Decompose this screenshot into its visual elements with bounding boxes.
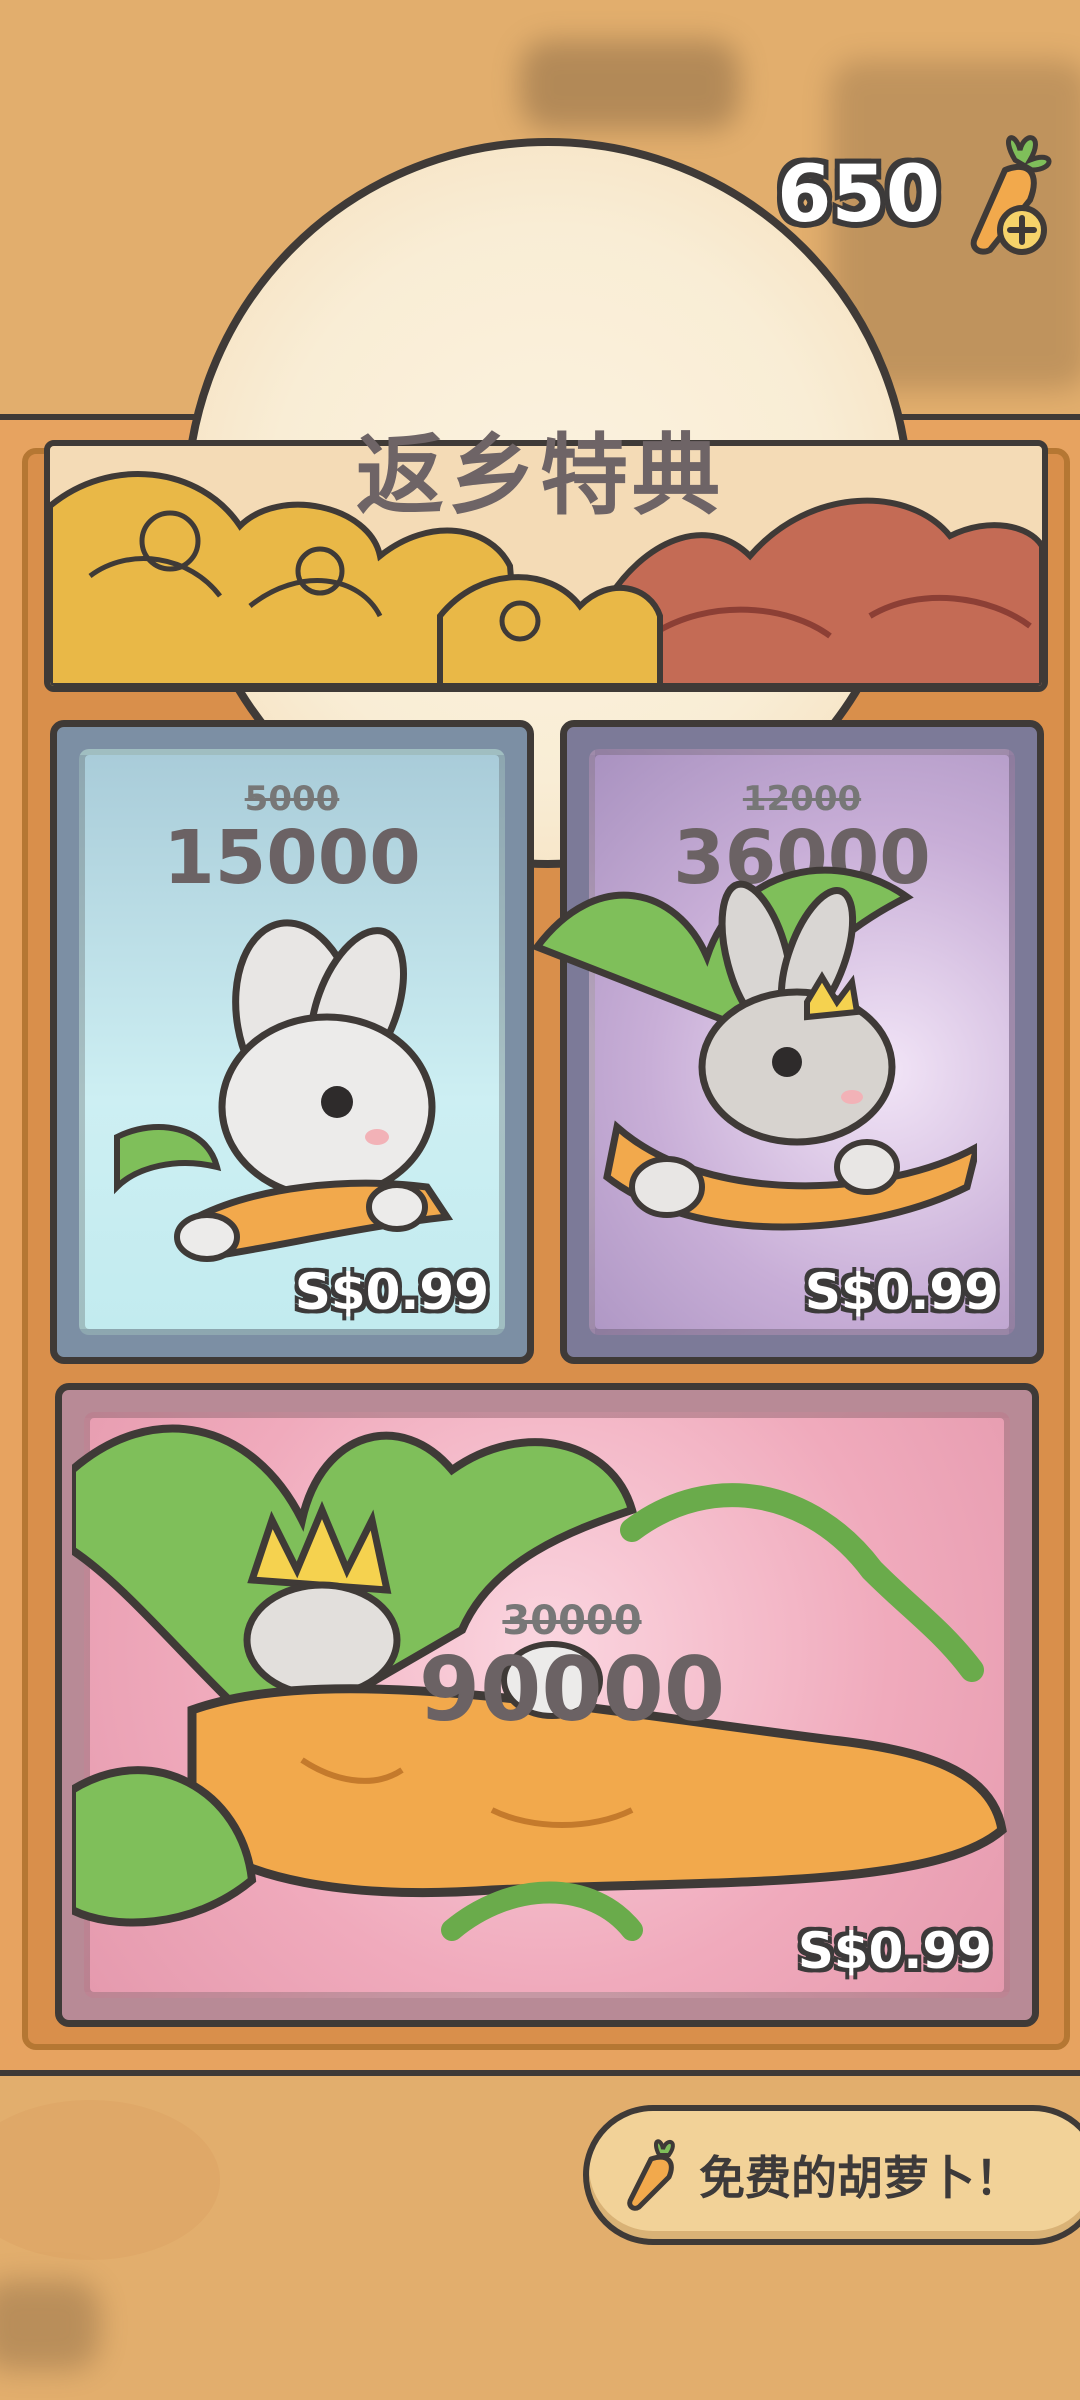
free-carrots-label: 免费的胡萝卜！ xyxy=(699,2151,1021,2205)
white-rabbit-icon xyxy=(114,919,454,1262)
currency-display[interactable]: 650 xyxy=(777,130,1060,260)
background-shadow xyxy=(0,2280,100,2370)
page-title: 返乡特典 xyxy=(355,423,724,527)
free-carrots-button[interactable]: 免费的胡萝卜！ xyxy=(583,2105,1080,2245)
background-blob xyxy=(0,2100,220,2260)
price-label: S$0.99 xyxy=(804,1263,999,1321)
old-amount: 5000 xyxy=(244,779,340,819)
new-amount: 90000 xyxy=(418,1638,726,1741)
offer-card-36000[interactable]: 12000 36000 S$0.99 xyxy=(531,720,1044,1364)
carrot-plus-icon[interactable] xyxy=(960,130,1060,260)
crowned-rabbit-icon xyxy=(531,866,977,1231)
carrot-icon xyxy=(627,2139,675,2211)
offer-card-90000[interactable]: 30000 90000 S$0.99 xyxy=(55,1383,1039,2027)
carrot-count: 650 xyxy=(777,150,940,240)
price-label: S$0.99 xyxy=(797,1922,992,1980)
price-label: S$0.99 xyxy=(294,1263,489,1321)
offer-card-15000[interactable]: 5000 15000 S$0.99 xyxy=(50,720,534,1364)
background-shadow xyxy=(520,40,740,130)
